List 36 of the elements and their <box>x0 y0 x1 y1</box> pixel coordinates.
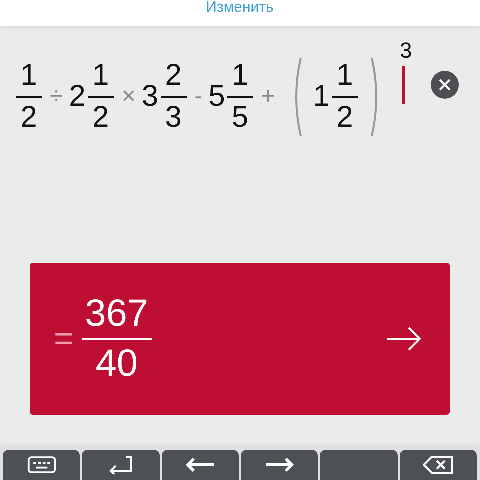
denominator: 2 <box>92 101 110 135</box>
denominator: 3 <box>165 101 182 135</box>
numerator: 1 <box>336 59 354 93</box>
close-icon <box>439 79 451 91</box>
numerator: 1 <box>20 59 38 93</box>
left-arrow-icon <box>185 458 216 472</box>
numerator: 1 <box>92 59 110 93</box>
whole-number: 5 <box>208 80 226 114</box>
return-key[interactable] <box>82 450 160 480</box>
right-arrow-icon <box>264 458 295 472</box>
keyboard-key[interactable] <box>3 450 80 480</box>
denominator: 2 <box>336 101 354 135</box>
text-cursor <box>402 66 406 104</box>
keyboard-icon <box>26 456 57 474</box>
operator: - <box>194 83 203 111</box>
return-icon <box>108 456 134 474</box>
numerator: 367 <box>85 293 149 335</box>
clear-button[interactable] <box>431 71 459 99</box>
equals-sign: = <box>54 320 74 358</box>
right-arrow-icon <box>386 327 422 351</box>
numerator: 1 <box>232 59 249 93</box>
operator: × <box>122 83 136 111</box>
operator: ÷ <box>50 83 64 111</box>
whole-number: 1 <box>313 80 330 114</box>
denominator: 40 <box>96 343 138 385</box>
denominator: 2 <box>20 101 38 135</box>
left-arrow-key[interactable] <box>162 450 239 480</box>
backspace-icon <box>423 456 454 474</box>
whole-number: 2 <box>69 80 86 114</box>
backspace-key[interactable] <box>400 450 477 480</box>
denominator: 5 <box>232 101 249 135</box>
operator: + <box>261 83 276 111</box>
numerator: 2 <box>165 59 182 93</box>
right-arrow-key[interactable] <box>240 450 318 480</box>
whole-number: 3 <box>142 80 159 114</box>
exponent: 3 <box>400 38 412 64</box>
